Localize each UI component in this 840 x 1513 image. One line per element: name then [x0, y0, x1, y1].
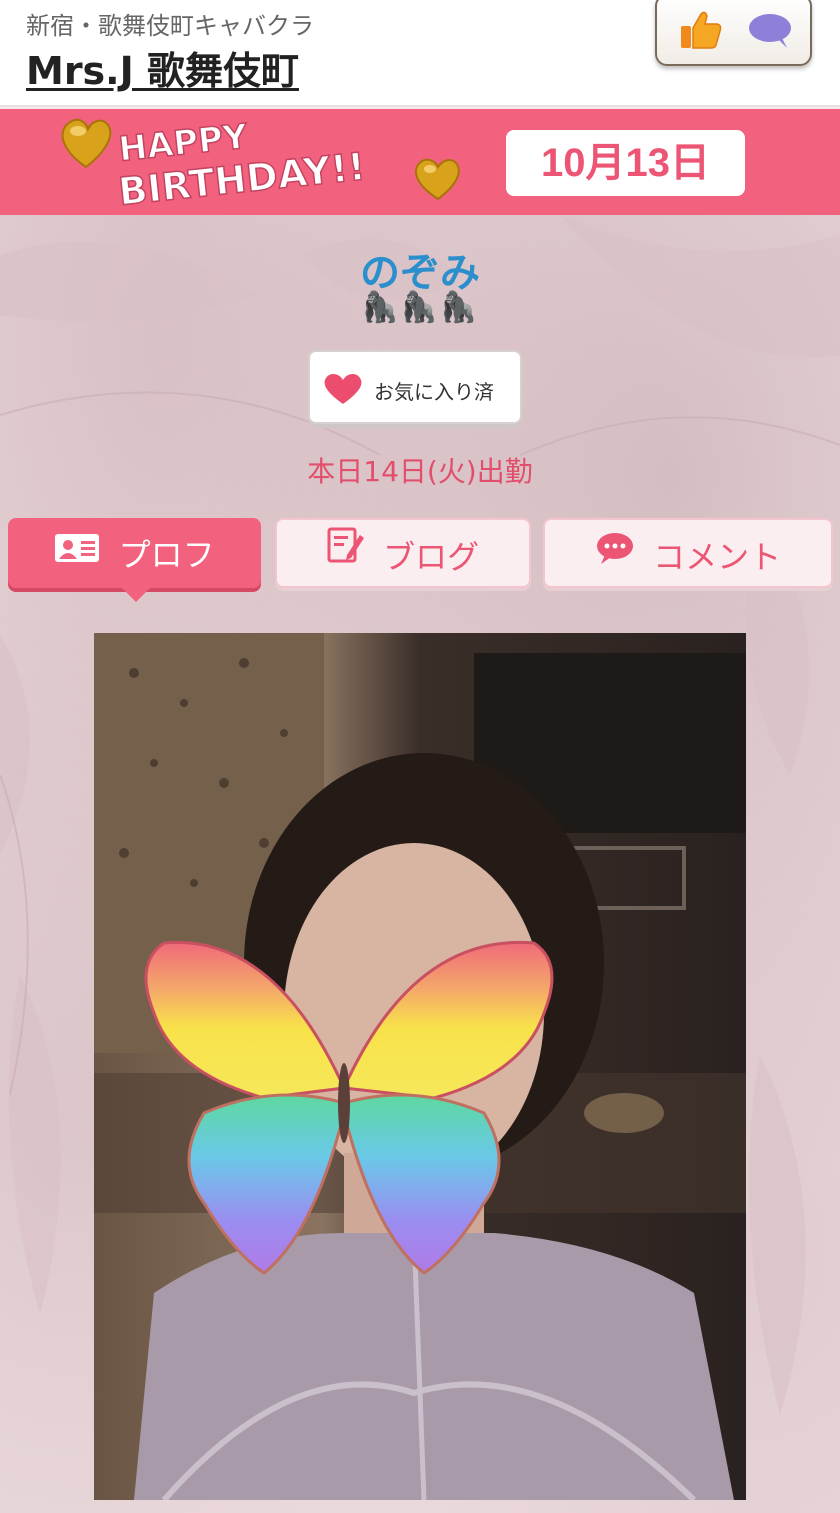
gold-heart-icon — [61, 118, 112, 169]
area-label: 新宿・歌舞伎町キャバクラ — [26, 12, 314, 40]
work-status: 本日14日(火)出勤 — [307, 455, 533, 488]
thumbs-up-icon[interactable] — [679, 10, 723, 54]
blog-edit-icon — [327, 519, 365, 589]
tab-blog-label: ブログ — [383, 538, 480, 576]
tab-profile-label: プロフ — [118, 536, 215, 574]
social-actions — [655, 0, 812, 66]
tab-profile[interactable]: プロフ — [8, 517, 261, 602]
happy-birthday-graphic: HAPPY BIRTHDAY!! — [61, 116, 460, 215]
birthday-banner: HAPPY BIRTHDAY!! 10月13日 — [0, 109, 840, 215]
shop-name-link[interactable]: Mrs.J 歌舞伎町 — [26, 40, 299, 95]
profile-card-icon — [54, 517, 100, 587]
favorite-button[interactable]: お気に入り済 — [308, 350, 522, 424]
tab-comment[interactable]: コメント — [543, 518, 833, 588]
tab-blog[interactable]: ブログ — [275, 518, 531, 588]
tab-comment-label: コメント — [653, 538, 782, 576]
active-tab-pointer — [122, 588, 150, 602]
header: 新宿・歌舞伎町キャバクラ Mrs.J 歌舞伎町 — [0, 0, 840, 107]
comment-bubble-icon — [595, 519, 635, 589]
speech-bubble-icon[interactable] — [747, 12, 793, 54]
profile-photo-image — [94, 633, 746, 1500]
girl-emoji: 🦍🦍🦍 — [360, 290, 480, 325]
birthday-date: 10月13日 — [506, 130, 745, 196]
favorite-label: お気に入り済 — [374, 380, 494, 404]
profile-photo[interactable] — [94, 633, 746, 1500]
gold-heart-icon — [414, 158, 460, 201]
heart-icon — [322, 372, 364, 410]
